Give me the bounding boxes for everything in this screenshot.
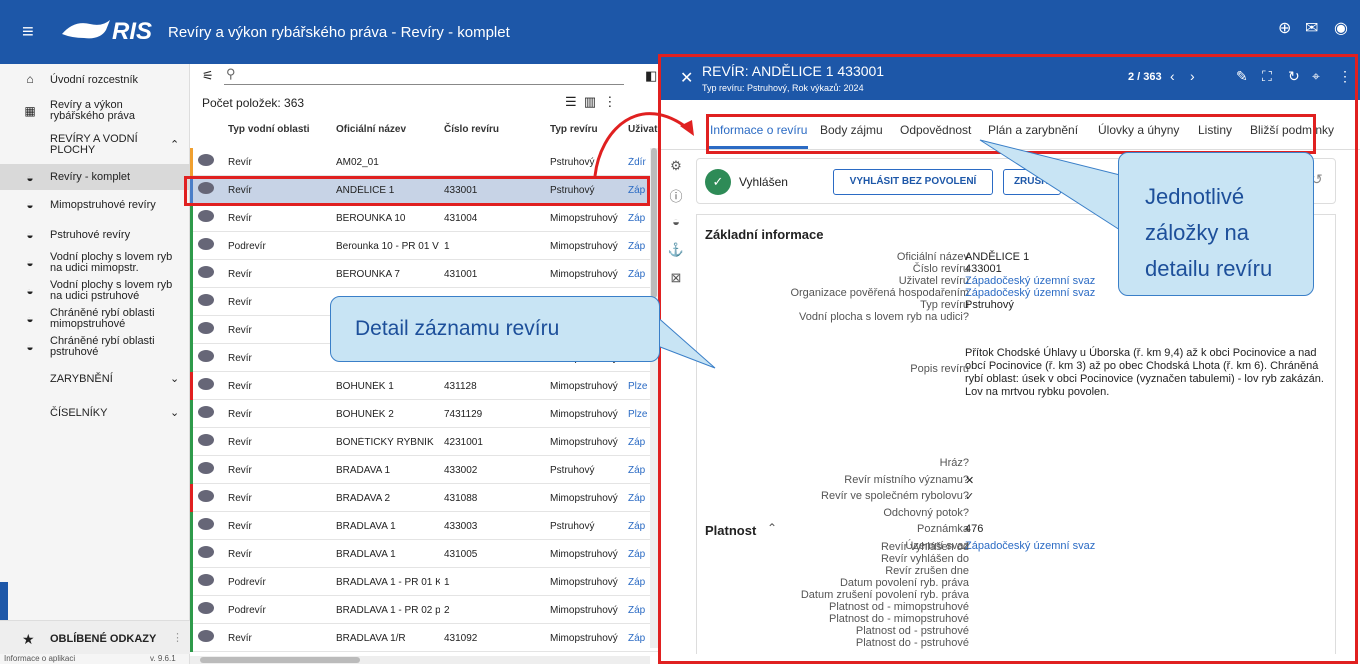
callout-detail: Detail záznamu revíru bbox=[330, 296, 660, 362]
callout-tabs: Jednotlivé záložky na detailu revíru bbox=[1118, 152, 1314, 296]
annotation-arrows bbox=[593, 112, 1121, 369]
